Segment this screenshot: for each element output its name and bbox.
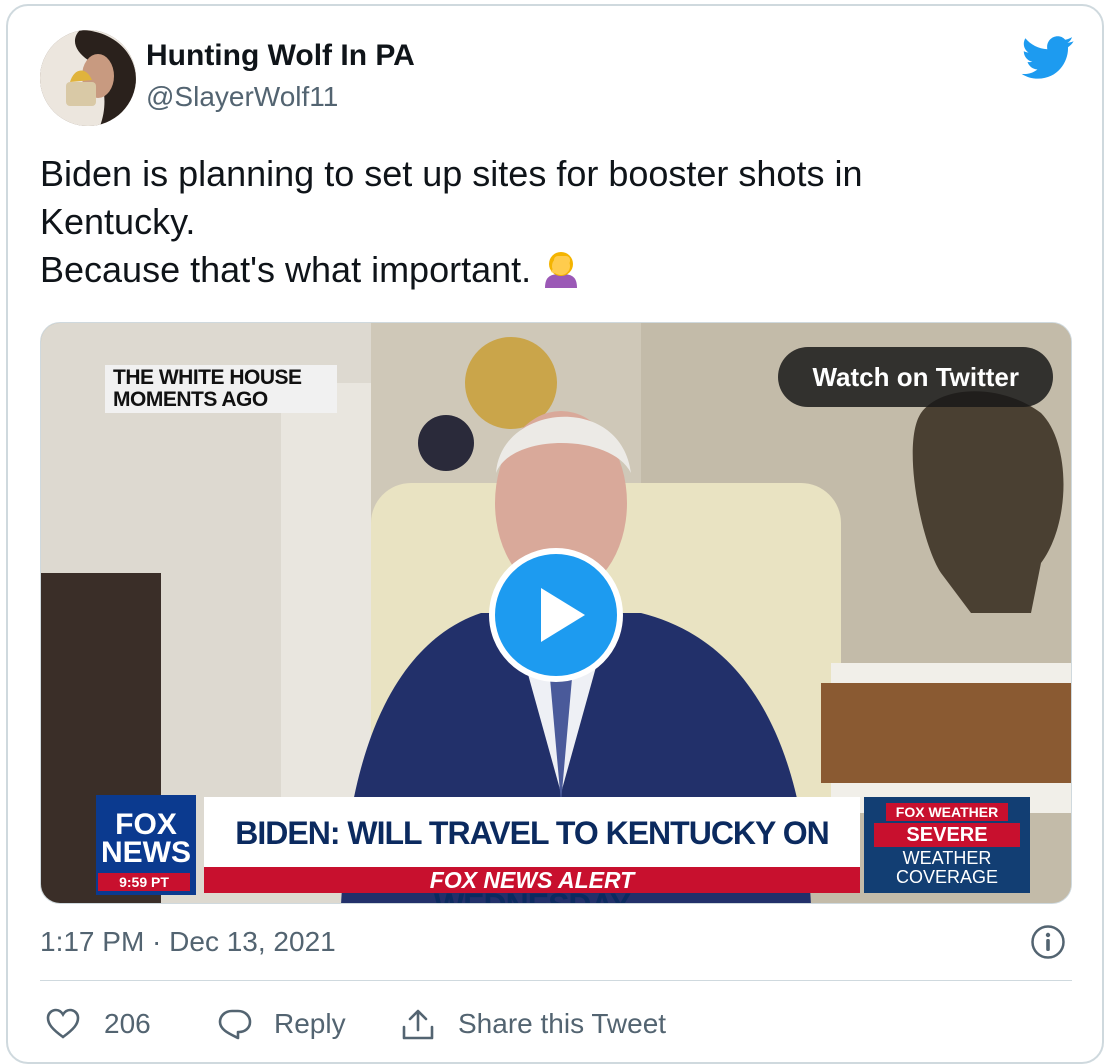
news-slug: THE WHITE HOUSE MOMENTS AGO [105, 365, 337, 413]
logo-line: FOX [115, 808, 177, 841]
speech-bubble-icon [218, 1009, 252, 1040]
share-upload-icon [402, 1009, 434, 1040]
woman-facepalming-emoji [541, 248, 581, 288]
weather-line: COVERAGE [895, 867, 999, 887]
tweet-text-line: Biden is planning to set up sites for bo… [40, 153, 863, 194]
share-button[interactable]: Share this Tweet [400, 1004, 710, 1044]
chyron-alert: FOX NEWS ALERT [204, 867, 860, 893]
tweet-text-line: Kentucky. [40, 201, 196, 242]
slug-line: MOMENTS AGO [113, 388, 268, 411]
reply-button[interactable]: Reply [218, 1004, 368, 1044]
author-display-name[interactable]: Hunting Wolf In PA [146, 38, 415, 74]
divider [40, 980, 1072, 981]
chyron-headline: BIDEN: WILL TRAVEL TO KENTUCKY ON WEDNES… [204, 797, 860, 903]
play-icon [541, 588, 585, 642]
tweet-text-line: Because that's what important. [40, 249, 532, 290]
info-icon[interactable] [1030, 924, 1066, 960]
logo-line: NEWS [101, 836, 191, 869]
weather-tag: FOX WEATHER [886, 803, 1008, 821]
tweet-timestamp[interactable]: 1:17 PM · Dec 13, 2021 [40, 922, 336, 962]
like-count: 206 [104, 1008, 151, 1039]
tweet-text: Biden is planning to set up sites for bo… [40, 150, 1070, 294]
play-button[interactable] [489, 548, 623, 682]
twitter-bird-icon[interactable] [1020, 36, 1076, 80]
weather-line: WEATHER [902, 848, 992, 868]
slug-line: THE WHITE HOUSE [113, 366, 302, 389]
author-handle[interactable]: @SlayerWolf11 [146, 80, 338, 114]
watch-on-twitter-button[interactable]: Watch on Twitter [778, 347, 1053, 407]
broadcast-time: 9:59 PT [98, 873, 190, 891]
news-chyron: FOX NEWS 9:59 PT BIDEN: WILL TRAVEL TO K… [96, 795, 1031, 903]
reply-label: Reply [274, 1008, 346, 1039]
weather-box: FOX WEATHER SEVERE WEATHER COVERAGE [864, 797, 1030, 893]
share-label: Share this Tweet [458, 1008, 667, 1039]
network-logo: FOX NEWS 9:59 PT [96, 795, 196, 895]
avatar[interactable] [40, 30, 136, 126]
video-player[interactable]: THE WHITE HOUSE MOMENTS AGO Watch on Twi… [40, 322, 1072, 904]
tweet-text-line-with-emoji: Because that's what important. [40, 246, 1070, 294]
like-button[interactable]: 206 [46, 1004, 166, 1044]
heart-icon [46, 1008, 80, 1039]
weather-severe: SEVERE [874, 823, 1020, 847]
